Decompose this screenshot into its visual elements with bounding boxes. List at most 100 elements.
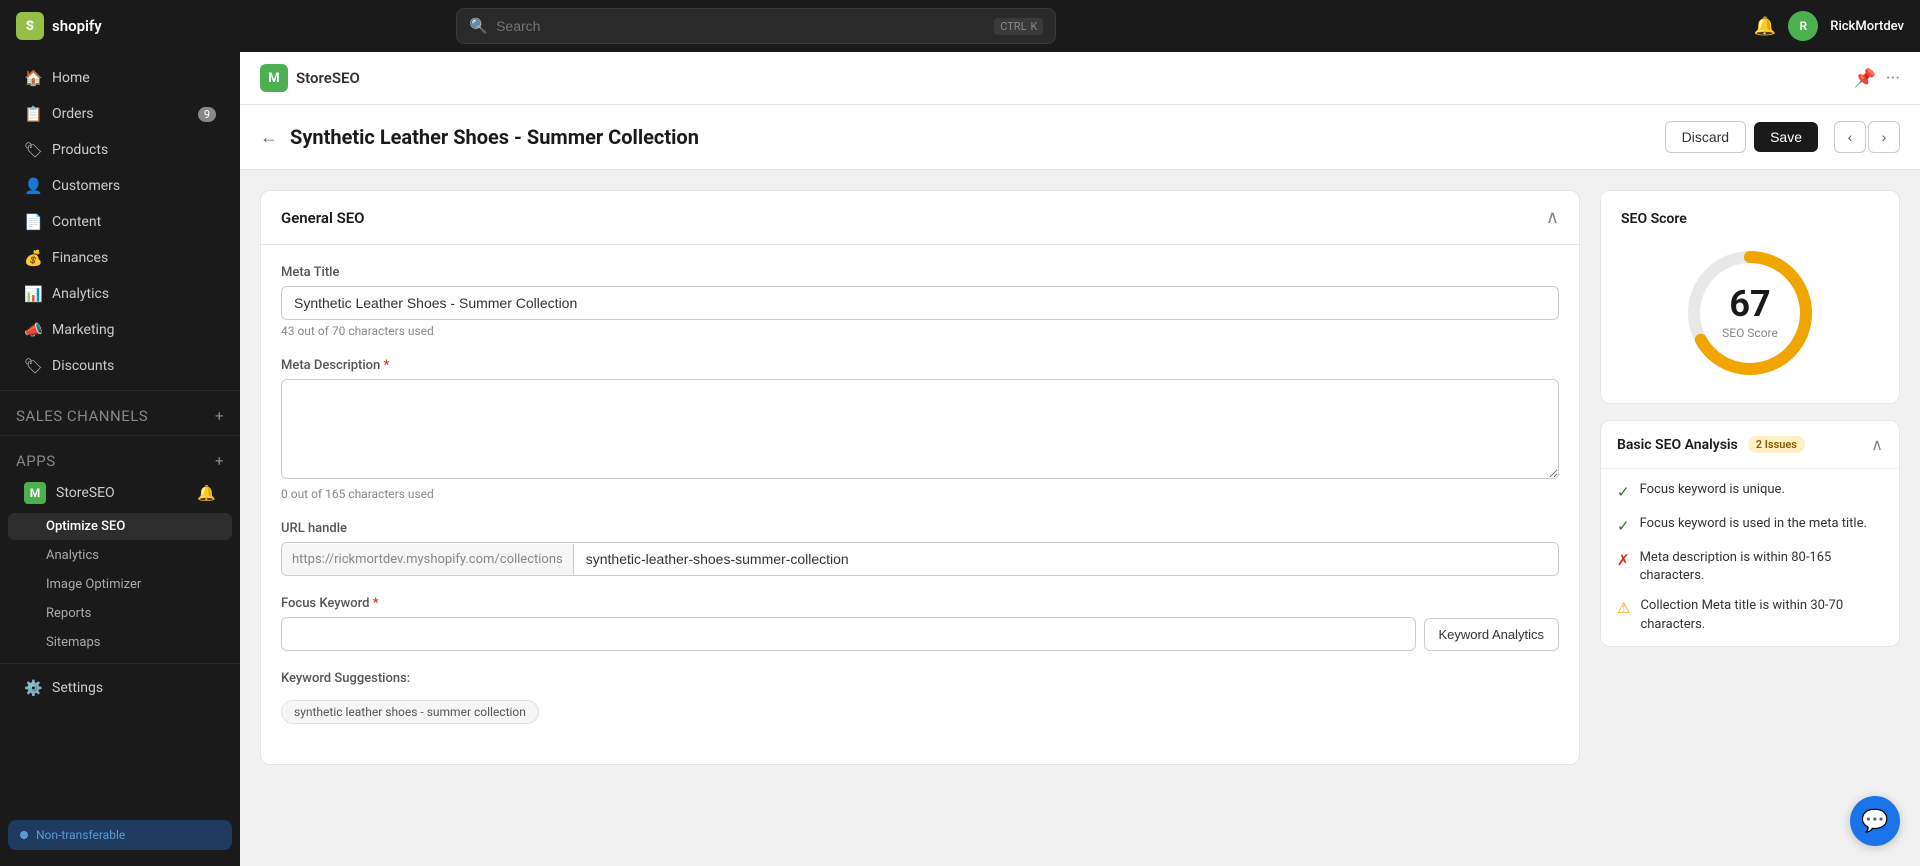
general-seo-body: Meta Title 43 out of 70 characters used … bbox=[261, 245, 1579, 764]
sidebar-sub-item-optimize-seo[interactable]: Optimize SEO bbox=[8, 513, 232, 540]
keyword-suggestions-label: Keyword Suggestions: bbox=[281, 671, 1559, 686]
url-handle-input[interactable] bbox=[574, 543, 1558, 575]
main-layout: 🏠 Home 📋 Orders 9 🏷 Products 👤 Customers… bbox=[0, 52, 1920, 866]
shopify-logo-text: shopify bbox=[52, 17, 102, 35]
app-icon: M bbox=[260, 64, 288, 92]
sidebar-sub-item-reports[interactable]: Reports bbox=[8, 600, 232, 627]
app-header-right: 📌 ··· bbox=[1853, 68, 1900, 89]
issues-badge: 2 Issues bbox=[1748, 436, 1805, 453]
panel-collapse-icon[interactable]: ∧ bbox=[1546, 207, 1559, 228]
next-button[interactable]: › bbox=[1868, 121, 1900, 153]
warn-icon-3: ⚠ bbox=[1617, 598, 1630, 619]
home-icon: 🏠 bbox=[24, 69, 42, 87]
products-icon: 🏷 bbox=[24, 141, 42, 159]
nav-arrows: ‹ › bbox=[1834, 121, 1900, 153]
sidebar-bottom: Non-transferable bbox=[0, 812, 240, 858]
analysis-item-0: ✓ Focus keyword is unique. bbox=[1617, 481, 1883, 503]
seo-panel: SEO Score 67 SEO Score bbox=[1600, 190, 1900, 647]
meta-desc-label: Meta Description * bbox=[281, 358, 1559, 373]
sidebar-sub-item-analytics[interactable]: Analytics bbox=[8, 542, 232, 569]
back-arrow-icon[interactable]: ← bbox=[260, 127, 278, 148]
sidebar: 🏠 Home 📋 Orders 9 🏷 Products 👤 Customers… bbox=[0, 52, 240, 866]
sidebar-item-settings[interactable]: ⚙️ Settings bbox=[8, 671, 232, 705]
sidebar-item-storeseo[interactable]: M StoreSEO 🔔 bbox=[8, 475, 232, 511]
sidebar-item-finances[interactable]: 💰 Finances bbox=[8, 241, 232, 275]
keyword-suggestion-tag[interactable]: synthetic leather shoes - summer collect… bbox=[281, 700, 539, 724]
general-seo-panel: General SEO ∧ Meta Title 43 out of 70 ch… bbox=[260, 190, 1580, 765]
check-icon-0: ✓ bbox=[1617, 482, 1630, 503]
analysis-items: ✓ Focus keyword is unique. ✓ Focus keywo… bbox=[1601, 469, 1899, 646]
seo-score-card: SEO Score 67 SEO Score bbox=[1600, 190, 1900, 404]
content-icon: 📄 bbox=[24, 213, 42, 231]
url-handle-label: URL handle bbox=[281, 521, 1559, 536]
url-handle-group: URL handle https://rickmortdev.myshopify… bbox=[281, 521, 1559, 576]
app-header: M StoreSEO 📌 ··· bbox=[240, 52, 1920, 105]
focus-keyword-input[interactable] bbox=[281, 617, 1416, 651]
meta-desc-group: Meta Description * 0 out of 165 characte… bbox=[281, 358, 1559, 501]
general-seo-panel-header: General SEO ∧ bbox=[261, 191, 1579, 245]
basic-seo-analysis-card: Basic SEO Analysis 2 Issues ∧ ✓ Focus ke… bbox=[1600, 420, 1900, 647]
focus-keyword-label: Focus Keyword * bbox=[281, 596, 1559, 611]
page-header-actions: Discard Save ‹ › bbox=[1665, 121, 1900, 153]
sidebar-sub-item-sitemaps[interactable]: Sitemaps bbox=[8, 629, 232, 656]
save-button[interactable]: Save bbox=[1754, 122, 1818, 152]
sidebar-item-analytics[interactable]: 📊 Analytics bbox=[8, 277, 232, 311]
topbar: S shopify 🔍 CTRL K 🔔 R RickMortdev bbox=[0, 0, 1920, 52]
analysis-toggle-icon[interactable]: ∧ bbox=[1871, 435, 1883, 454]
meta-desc-required: * bbox=[384, 358, 390, 373]
sidebar-item-orders[interactable]: 📋 Orders 9 bbox=[8, 97, 232, 131]
analysis-header: Basic SEO Analysis 2 Issues ∧ bbox=[1601, 421, 1899, 469]
keyword-analytics-button[interactable]: Keyword Analytics bbox=[1424, 618, 1560, 651]
meta-title-label: Meta Title bbox=[281, 265, 1559, 280]
check-icon-1: ✓ bbox=[1617, 516, 1630, 537]
notification-icon[interactable]: 🔔 bbox=[1754, 16, 1776, 37]
analysis-title: Basic SEO Analysis bbox=[1617, 437, 1738, 453]
sidebar-item-marketing[interactable]: 📣 Marketing bbox=[8, 313, 232, 347]
focus-keyword-row: Keyword Analytics bbox=[281, 617, 1559, 651]
discard-button[interactable]: Discard bbox=[1665, 121, 1746, 153]
meta-desc-char-count: 0 out of 165 characters used bbox=[281, 487, 1559, 501]
content-area: M StoreSEO 📌 ··· ← Synthetic Leather Sho… bbox=[240, 52, 1920, 866]
search-bar[interactable]: 🔍 CTRL K bbox=[456, 8, 1056, 44]
meta-title-group: Meta Title 43 out of 70 characters used bbox=[281, 265, 1559, 338]
sidebar-item-products[interactable]: 🏷 Products bbox=[8, 133, 232, 167]
analysis-item-2: ✗ Meta description is within 80-165 char… bbox=[1617, 549, 1883, 585]
storeseo-app-icon: M bbox=[24, 482, 46, 504]
customers-icon: 👤 bbox=[24, 177, 42, 195]
orders-badge: 9 bbox=[198, 107, 216, 122]
page-title: Synthetic Leather Shoes - Summer Collect… bbox=[290, 125, 699, 149]
general-seo-title: General SEO bbox=[281, 209, 365, 227]
shopify-logo: S shopify bbox=[16, 12, 102, 40]
non-transferable-badge: Non-transferable bbox=[8, 820, 232, 850]
username: RickMortdev bbox=[1830, 19, 1904, 34]
settings-icon: ⚙️ bbox=[24, 679, 42, 697]
sidebar-item-customers[interactable]: 👤 Customers bbox=[8, 169, 232, 203]
more-options-icon[interactable]: ··· bbox=[1886, 68, 1900, 89]
focus-keyword-required: * bbox=[373, 596, 379, 611]
page-body: General SEO ∧ Meta Title 43 out of 70 ch… bbox=[240, 170, 1920, 785]
sidebar-item-home[interactable]: 🏠 Home bbox=[8, 61, 232, 95]
shopify-logo-icon: S bbox=[16, 12, 44, 40]
cross-icon-2: ✗ bbox=[1617, 550, 1630, 571]
meta-desc-textarea[interactable] bbox=[281, 379, 1559, 479]
storeseo-bell-icon[interactable]: 🔔 bbox=[197, 484, 216, 502]
sidebar-sub-item-image-optimizer[interactable]: Image Optimizer bbox=[8, 571, 232, 598]
chat-fab[interactable]: 💬 bbox=[1850, 796, 1900, 846]
analysis-item-1: ✓ Focus keyword is used in the meta titl… bbox=[1617, 515, 1883, 537]
search-icon: 🔍 bbox=[469, 17, 488, 35]
search-input[interactable] bbox=[496, 18, 986, 34]
score-number: 67 bbox=[1722, 286, 1778, 322]
meta-title-char-count: 43 out of 70 characters used bbox=[281, 324, 1559, 338]
sales-channels-expand[interactable]: + bbox=[215, 407, 224, 425]
pin-icon[interactable]: 📌 bbox=[1853, 68, 1875, 89]
url-input-wrapper: https://rickmortdev.myshopify.com/collec… bbox=[281, 542, 1559, 576]
meta-title-input[interactable] bbox=[281, 286, 1559, 320]
apps-expand[interactable]: + bbox=[215, 452, 224, 470]
sales-channels-section: Sales channels + bbox=[0, 397, 240, 429]
sidebar-item-discounts[interactable]: 🏷 Discounts bbox=[8, 349, 232, 383]
sidebar-item-content[interactable]: 📄 Content bbox=[8, 205, 232, 239]
seo-score-title: SEO Score bbox=[1621, 211, 1879, 227]
score-text: 67 SEO Score bbox=[1722, 286, 1778, 340]
prev-button[interactable]: ‹ bbox=[1834, 121, 1866, 153]
analysis-item-3: ⚠ Collection Meta title is within 30-70 … bbox=[1617, 597, 1883, 633]
